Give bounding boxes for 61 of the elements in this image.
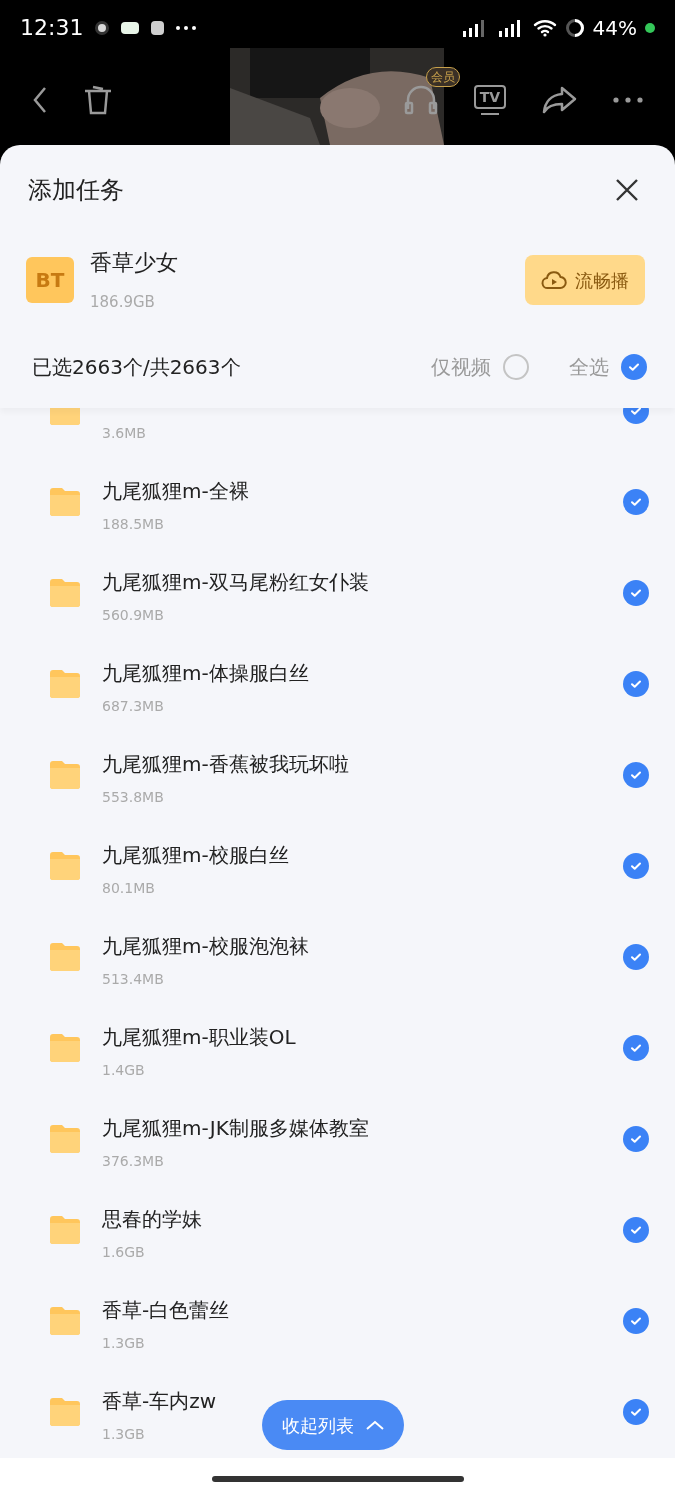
folder-name: 九尾狐狸m-校服泡泡袜: [102, 933, 309, 960]
checkbox[interactable]: [623, 943, 649, 970]
folder-name: 九尾狐狸m-JK制服多媒体教室: [102, 1115, 369, 1142]
folder-size: 1.3GB: [102, 1334, 145, 1353]
checkbox[interactable]: [623, 1307, 649, 1334]
torrent-icon: BT: [26, 257, 74, 303]
folder-name: 九尾狐狸m-职业装OL: [102, 1024, 296, 1051]
folder-size: 3.6MB: [102, 424, 146, 443]
checkbox[interactable]: [621, 353, 647, 380]
torrent-size: 186.9GB: [90, 292, 156, 314]
checkbox[interactable]: [623, 1125, 649, 1152]
checkbox[interactable]: [623, 761, 649, 788]
folder-name: 九尾狐狸m-体操服白丝: [102, 660, 309, 687]
cloud-play-icon: [541, 269, 567, 291]
checkbox[interactable]: [623, 1398, 649, 1425]
folder-size: 188.5MB: [102, 515, 164, 534]
folder-size: 560.9MB: [102, 606, 164, 625]
folder-name: 香草-白色蕾丝: [102, 1297, 230, 1324]
checkbox[interactable]: [503, 353, 529, 380]
battery-percent: 44%: [592, 14, 637, 42]
torrent-name: 香草少女: [90, 249, 179, 278]
checkbox[interactable]: [623, 1216, 649, 1243]
headphones-icon[interactable]: [404, 85, 439, 115]
folder-size: 376.3MB: [102, 1152, 164, 1171]
folder-name: 香草-车内zw: [102, 1388, 217, 1415]
folder-size: 1.4GB: [102, 1061, 145, 1080]
battery-ring-icon: [564, 17, 585, 38]
collapse-list-button[interactable]: 收起列表: [262, 1400, 404, 1450]
folder-name: 九尾狐狸m-全裸: [102, 478, 249, 505]
card-icon: [121, 21, 140, 34]
checkbox[interactable]: [623, 852, 649, 879]
selection-summary: 已选2663个/共2663个: [32, 353, 242, 381]
folder-size: 1.6GB: [102, 1243, 145, 1262]
checkbox[interactable]: [623, 670, 649, 697]
checkbox[interactable]: [623, 488, 649, 515]
folder-size: 1.3GB: [102, 1425, 145, 1444]
app-icon: [95, 20, 110, 35]
folder-size: 553.8MB: [102, 788, 164, 807]
sheet-title: 添加任务: [28, 175, 124, 206]
checkbox[interactable]: [623, 1034, 649, 1061]
select-all-label: 全选: [569, 353, 609, 381]
trash-icon[interactable]: [83, 84, 114, 116]
vip-badge: 会员: [426, 67, 461, 87]
back-icon[interactable]: [32, 86, 48, 114]
wifi-icon: [532, 18, 557, 37]
share-icon[interactable]: [541, 85, 578, 115]
close-icon[interactable]: [615, 178, 639, 202]
caret-up-icon: [366, 1420, 384, 1430]
more-icon: [176, 25, 197, 30]
folder-size: 513.4MB: [102, 970, 164, 989]
folder-name: 九尾狐狸m-香蕉被我玩坏啦: [102, 751, 349, 778]
clock: 12:31: [20, 14, 84, 42]
folder-name: 思春的学妹: [102, 1206, 202, 1233]
folder-name: 九尾狐狸m-校服白丝: [102, 842, 289, 869]
folder-size: 80.1MB: [102, 879, 155, 898]
folder-size: 687.3MB: [102, 697, 164, 716]
checkbox[interactable]: [623, 579, 649, 606]
more-icon[interactable]: [612, 97, 643, 103]
video-only-label: 仅视频: [431, 353, 491, 381]
folder-name: 九尾狐狸m-双马尾粉红女仆装: [102, 569, 369, 596]
smooth-play-button[interactable]: 流畅播: [525, 255, 645, 305]
